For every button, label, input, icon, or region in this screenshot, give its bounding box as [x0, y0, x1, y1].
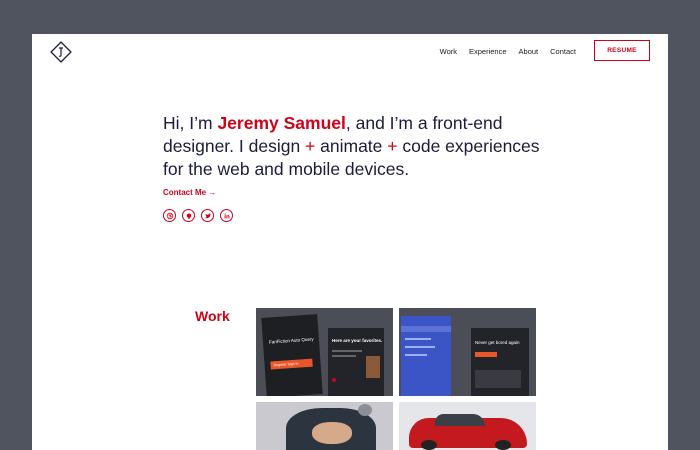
phone-mockup: FanFiction Auto Query Register Sign In [261, 314, 323, 396]
plus-symbol: + [387, 136, 398, 156]
nav-link-contact[interactable]: Contact [550, 47, 576, 56]
page-frame: Work Experience About Contact RESUME Hi,… [32, 34, 668, 450]
register-button: Register Sign In [270, 358, 313, 370]
panel-title: Here are your favorites. [332, 338, 383, 343]
work-thumbnail-never-bored[interactable]: Never get bored again [399, 308, 536, 396]
github-icon[interactable] [182, 209, 195, 222]
car-wheel [495, 440, 511, 450]
work-thumbnail-red-car[interactable] [399, 402, 536, 450]
car-window [435, 414, 485, 426]
bored-panel: Never get bored again [471, 328, 529, 396]
work-thumbnail-fanfiction[interactable]: FanFiction Auto Query Register Sign In H… [256, 308, 393, 396]
hero-text: for the web and mobile devices. [163, 159, 410, 179]
nav-links: Work Experience About Contact [440, 47, 576, 56]
work-thumbnail-photo-hands[interactable] [256, 402, 393, 450]
hero-text: designer. I design [163, 136, 306, 156]
hero-name: Jeremy Samuel [217, 113, 346, 133]
top-nav: Work Experience About Contact RESUME [32, 34, 668, 70]
nav-link-experience[interactable]: Experience [469, 47, 507, 56]
hero-text: Hi, I’m [163, 113, 218, 133]
social-links [163, 209, 233, 222]
work-section-title: Work [195, 308, 230, 324]
watch-shape [358, 404, 372, 416]
hero-intro: Hi, I’m Jeremy Samuel, and I’m a front-e… [163, 112, 543, 181]
dribbble-icon[interactable] [163, 209, 176, 222]
hero-text: animate [315, 136, 388, 156]
favorites-panel: Here are your favorites. [328, 328, 384, 396]
car-wheel [421, 440, 437, 450]
nav-link-work[interactable]: Work [440, 47, 457, 56]
register-label: Register Sign In [273, 361, 299, 368]
hero-text: code experiences [397, 136, 540, 156]
twitter-icon[interactable] [201, 209, 214, 222]
app-title: FanFiction Auto Query [268, 336, 314, 345]
linkedin-icon[interactable] [220, 209, 233, 222]
side-nav-mockup [401, 316, 451, 396]
hero-text: , and I’m a front-end [345, 113, 503, 133]
nav-link-about[interactable]: About [519, 47, 539, 56]
logo-icon[interactable] [50, 41, 72, 63]
hands-shape [312, 422, 352, 444]
plus-symbol: + [305, 136, 316, 156]
resume-button[interactable]: RESUME [594, 40, 650, 61]
panel-headline: Never get bored again [475, 340, 520, 345]
contact-me-link[interactable]: Contact Me → [163, 188, 216, 197]
